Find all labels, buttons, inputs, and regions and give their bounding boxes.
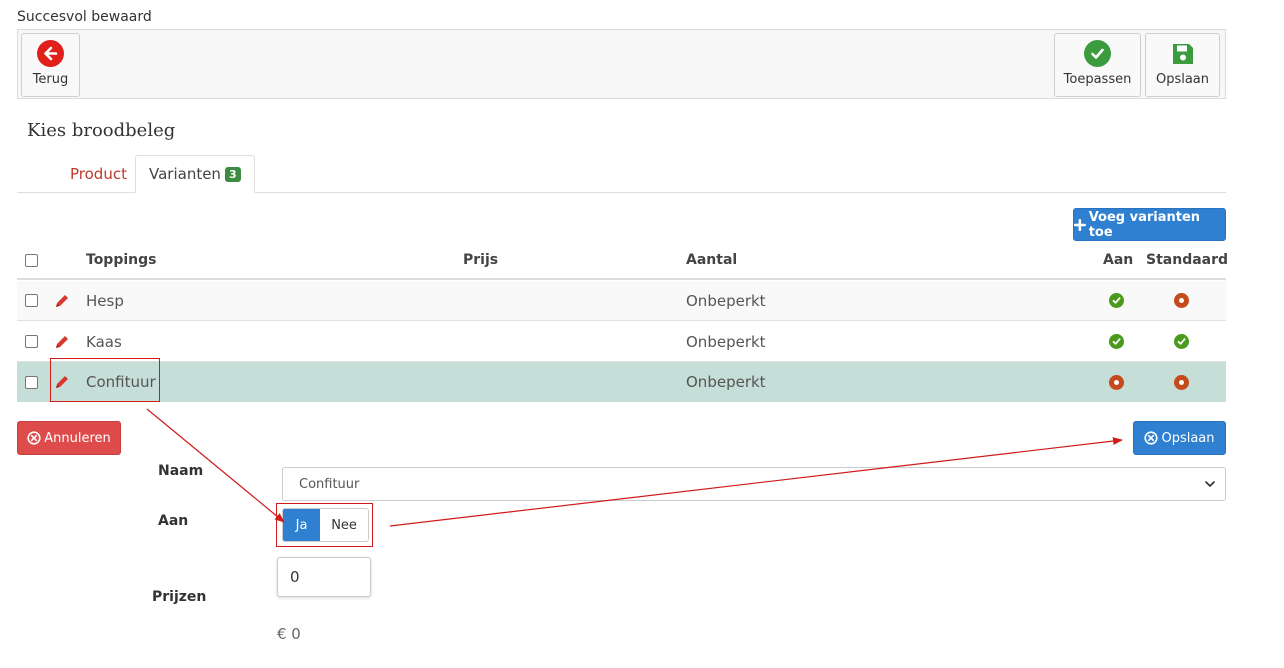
back-button-label: Terug <box>32 72 69 87</box>
header-quantity[interactable]: Aantal <box>686 242 737 278</box>
toolbar: Terug Toepassen Opslaan <box>17 29 1226 99</box>
row-quantity: Onbeperkt <box>686 291 766 310</box>
form-save-button[interactable]: Opslaan <box>1133 421 1226 455</box>
header-toppings[interactable]: Toppings <box>86 242 156 278</box>
floppy-disk-icon <box>1169 40 1196 67</box>
apply-button[interactable]: Toepassen <box>1054 33 1141 97</box>
add-variants-label: Voeg varianten toe <box>1088 209 1201 240</box>
header-price[interactable]: Prijs <box>463 242 498 278</box>
cancel-button-label: Annuleren <box>44 430 111 446</box>
arrow-left-icon <box>37 40 64 67</box>
check-status-icon[interactable] <box>1109 334 1124 349</box>
annotation-highlight-box <box>50 358 160 402</box>
close-circle-icon <box>1144 431 1159 445</box>
variants-count-badge: 3 <box>224 166 241 182</box>
plus-icon <box>1074 218 1086 231</box>
row-topping-name: Kaas <box>86 332 122 351</box>
header-default[interactable]: Standaard <box>1146 242 1228 278</box>
row-quantity: Onbeperkt <box>686 373 766 391</box>
price-input[interactable]: 0 <box>277 557 371 597</box>
row-quantity: Onbeperkt <box>686 332 766 351</box>
row-checkbox[interactable] <box>25 294 38 307</box>
name-select-value: Confituur <box>299 476 360 492</box>
tab-product[interactable]: Product <box>57 155 140 193</box>
name-label: Naam <box>158 463 204 479</box>
tab-variants-label: Varianten <box>149 165 221 183</box>
apply-button-label: Toepassen <box>1063 72 1132 87</box>
close-circle-icon <box>27 431 41 445</box>
pencil-icon[interactable] <box>53 322 71 361</box>
row-checkbox[interactable] <box>25 335 38 348</box>
add-variants-button[interactable]: Voeg varianten toe <box>1073 208 1226 241</box>
name-select[interactable]: Confituur <box>282 467 1226 501</box>
table-row: Hesp Onbeperkt <box>17 281 1226 321</box>
tab-product-label: Product <box>70 165 127 183</box>
save-button[interactable]: Opslaan <box>1145 33 1220 97</box>
check-status-icon[interactable] <box>1109 293 1124 308</box>
cancel-button[interactable]: Annuleren <box>17 421 121 455</box>
radio-off-icon[interactable] <box>1109 374 1124 390</box>
table-header: Toppings Prijs Aantal Aan Standaard <box>17 242 1228 280</box>
check-circle-icon <box>1084 40 1111 67</box>
tab-variants[interactable]: Varianten 3 <box>135 155 255 193</box>
select-all-checkbox[interactable] <box>25 253 38 267</box>
pencil-icon[interactable] <box>53 281 71 320</box>
check-status-icon[interactable] <box>1174 334 1189 349</box>
row-checkbox[interactable] <box>25 375 38 389</box>
radio-off-icon[interactable] <box>1174 374 1189 390</box>
row-topping-name: Hesp <box>86 291 124 310</box>
price-display: € 0 <box>277 625 301 643</box>
table-row-selected: Confituur Onbeperkt <box>17 362 1226 402</box>
table-row: Kaas Onbeperkt <box>17 322 1226 362</box>
status-message: Succesvol bewaard <box>17 9 152 25</box>
annotation-highlight-box <box>276 503 373 547</box>
form-save-button-label: Opslaan <box>1161 430 1215 446</box>
header-on[interactable]: Aan <box>1103 242 1133 278</box>
save-button-label: Opslaan <box>1155 72 1210 87</box>
prices-label: Prijzen <box>152 589 207 605</box>
on-label: Aan <box>158 513 189 529</box>
radio-off-icon[interactable] <box>1174 293 1189 308</box>
back-button[interactable]: Terug <box>21 33 80 97</box>
page-title: Kies broodbeleg <box>27 120 176 141</box>
chevron-down-icon <box>1205 481 1215 487</box>
